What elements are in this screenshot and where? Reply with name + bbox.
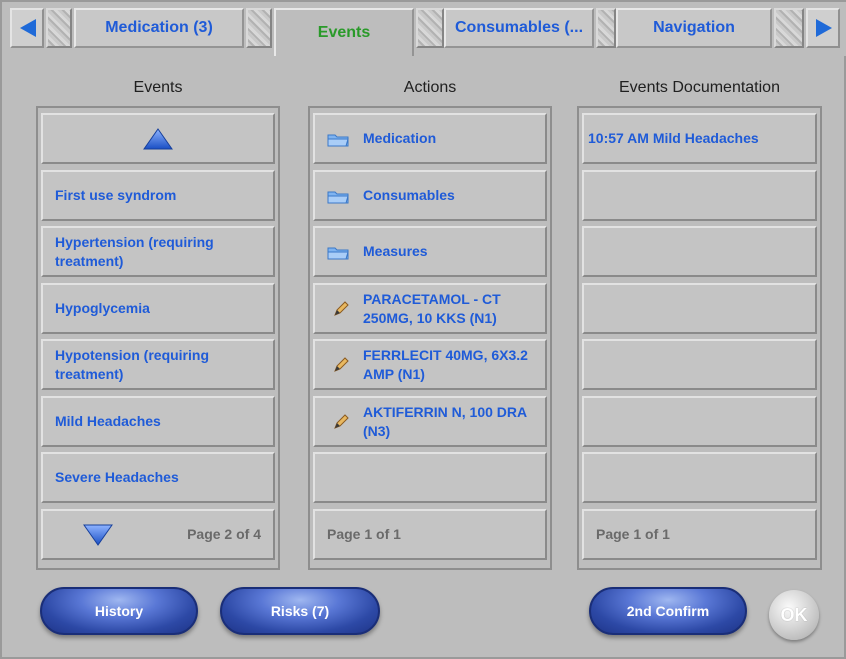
documentation-item[interactable]: 10:57 AM Mild Headaches [582, 113, 817, 164]
action-item-aktiferrin[interactable]: AKTIFERRIN N, 100 DRA (N3) [313, 396, 547, 447]
folder-icon [327, 247, 349, 259]
event-item-hypertension[interactable]: Hypertension (requiring treatment) [41, 226, 275, 277]
documentation-page-indicator: Page 1 of 1 [596, 526, 670, 542]
down-triangle-icon[interactable] [83, 524, 113, 546]
tab-separator [416, 8, 444, 48]
tab-prev-button[interactable] [10, 8, 44, 48]
action-folder-label: Measures [363, 243, 428, 259]
action-folder-consumables[interactable]: Consumables [313, 170, 547, 221]
pencil-icon [334, 413, 349, 429]
empty-cell [313, 452, 547, 503]
action-folder-label: Consumables [363, 187, 455, 203]
tab-bar: Medication (3) Events Consumables (... N… [2, 2, 846, 56]
event-item-mild-headaches[interactable]: Mild Headaches [41, 396, 275, 447]
pencil-icon [334, 300, 349, 316]
action-folder-measures[interactable]: Measures [313, 226, 547, 277]
tab-navigation[interactable]: Navigation [616, 8, 772, 48]
action-item-paracetamol[interactable]: PARACETAMOL - CT 250MG, 10 KKS (N1) [313, 283, 547, 334]
tab-separator [596, 8, 616, 48]
action-folder-label: Medication [363, 130, 437, 146]
tab-events[interactable]: Events [274, 8, 414, 56]
actions-page-indicator: Page 1 of 1 [327, 526, 401, 542]
documentation-list: 10:57 AM Mild Headaches Page 1 of 1 [577, 106, 822, 570]
actions-pager-row: Page 1 of 1 [313, 509, 547, 560]
documentation-pager-row: Page 1 of 1 [582, 509, 817, 560]
folder-icon [327, 191, 349, 203]
action-item-label: FERRLECIT 40MG, 6X3.2 AMP (N1) [363, 346, 528, 382]
app-window: Medication (3) Events Consumables (... N… [0, 0, 846, 659]
pencil-icon [334, 356, 349, 372]
action-item-ferrlecit[interactable]: FERRLECIT 40MG, 6X3.2 AMP (N1) [313, 339, 547, 390]
page-up-button[interactable] [41, 113, 275, 164]
events-list: First use syndrom Hypertension (requirin… [36, 106, 280, 570]
events-page-indicator: Page 2 of 4 [187, 526, 261, 542]
events-column-title: Events [133, 79, 183, 96]
events-pager-row: Page 2 of 4 [41, 509, 275, 560]
tab-separator [246, 8, 272, 48]
risks-button[interactable]: Risks (7) [220, 587, 380, 635]
tab-separator [774, 8, 804, 48]
event-item-hypoglycemia[interactable]: Hypoglycemia [41, 283, 275, 334]
up-triangle-icon [143, 127, 173, 149]
empty-cell [582, 396, 817, 447]
action-item-label: PARACETAMOL - CT 250MG, 10 KKS (N1) [363, 290, 501, 326]
event-item-severe-headaches[interactable]: Severe Headaches [41, 452, 275, 503]
tab-next-button[interactable] [806, 8, 840, 48]
empty-cell [582, 283, 817, 334]
ok-button[interactable]: OK [769, 590, 819, 640]
right-arrow-icon [816, 19, 832, 37]
left-arrow-icon [20, 19, 36, 37]
action-folder-medication[interactable]: Medication [313, 113, 547, 164]
tab-medication[interactable]: Medication (3) [74, 8, 244, 48]
empty-cell [582, 339, 817, 390]
empty-cell [582, 452, 817, 503]
tab-consumables[interactable]: Consumables (... [444, 8, 594, 48]
event-item-first-use-syndrom[interactable]: First use syndrom [41, 170, 275, 221]
actions-column-title: Actions [403, 79, 457, 96]
empty-cell [582, 170, 817, 221]
empty-cell [582, 226, 817, 277]
event-item-hypotension[interactable]: Hypotension (requiring treatment) [41, 339, 275, 390]
actions-list: Medication Consumables Measures PARACETA… [308, 106, 552, 570]
folder-icon [327, 134, 349, 146]
tab-separator [46, 8, 72, 48]
documentation-column-title: Events Documentation [619, 79, 780, 96]
action-item-label: AKTIFERRIN N, 100 DRA (N3) [363, 403, 527, 439]
second-confirm-button[interactable]: 2nd Confirm [589, 587, 747, 635]
history-button[interactable]: History [40, 587, 198, 635]
